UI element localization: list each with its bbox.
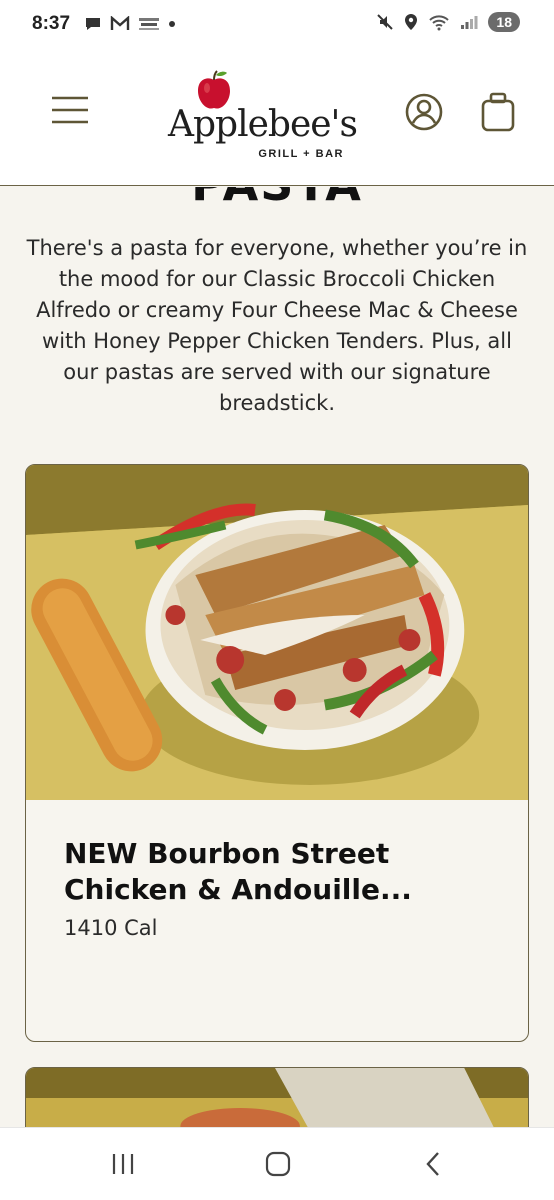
back-button[interactable] bbox=[414, 1148, 454, 1180]
back-chevron-icon bbox=[426, 1152, 439, 1176]
system-icons: 18 bbox=[376, 12, 520, 32]
menu-item-details: NEW Bourbon Street Chicken & Andouille..… bbox=[26, 800, 528, 976]
battery-indicator: 18 bbox=[488, 12, 520, 32]
signal-icon bbox=[461, 16, 478, 29]
app-header: Applebee's GRILL + BAR bbox=[0, 48, 554, 186]
location-icon bbox=[405, 14, 418, 30]
mail-icon bbox=[110, 16, 130, 30]
recent-apps-icon bbox=[112, 1154, 134, 1174]
status-time: 8:37 bbox=[32, 13, 71, 34]
system-navigation-bar bbox=[0, 1127, 554, 1200]
menu-item-image bbox=[26, 465, 528, 800]
menu-item-card-next[interactable] bbox=[25, 1067, 529, 1127]
status-bar: 8:37 18 bbox=[0, 0, 554, 48]
section-title: PASTA bbox=[0, 187, 554, 211]
section-description: There's a pasta for everyone, whether yo… bbox=[26, 236, 528, 415]
dot-icon bbox=[169, 21, 176, 27]
user-icon bbox=[405, 93, 443, 131]
menu-item-calories: 1410 Cal bbox=[64, 916, 158, 940]
hamburger-icon bbox=[52, 96, 88, 124]
menu-button[interactable] bbox=[50, 94, 90, 126]
bag-icon bbox=[481, 92, 515, 132]
home-button[interactable] bbox=[258, 1148, 298, 1180]
notification-icons bbox=[84, 16, 176, 32]
cart-button[interactable] bbox=[480, 92, 516, 132]
menu-item-card[interactable]: NEW Bourbon Street Chicken & Andouille..… bbox=[25, 464, 529, 1042]
menu-content: PASTA There's a pasta for everyone, whet… bbox=[0, 187, 554, 1127]
home-icon bbox=[265, 1151, 291, 1177]
logo-wordmark: Applebee's bbox=[168, 104, 358, 145]
mute-icon bbox=[377, 14, 394, 30]
menu-item-title: NEW Bourbon Street Chicken & Andouille..… bbox=[64, 837, 412, 906]
logo-tagline: GRILL + BAR bbox=[258, 148, 344, 160]
wifi-icon bbox=[429, 15, 450, 31]
account-button[interactable] bbox=[404, 92, 444, 132]
menu-item-image-next bbox=[26, 1068, 528, 1127]
recent-apps-button[interactable] bbox=[104, 1148, 144, 1180]
applebees-logo[interactable]: Applebee's GRILL + BAR bbox=[168, 68, 358, 178]
chat-icon bbox=[86, 18, 101, 30]
app-notification-icon bbox=[139, 18, 160, 30]
